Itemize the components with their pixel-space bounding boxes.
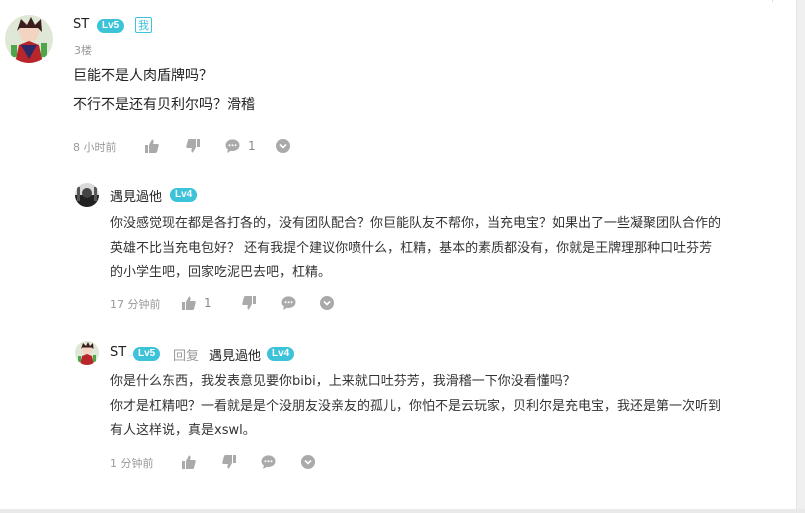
floor-number: 3楼 (74, 44, 92, 57)
dislike-icon (186, 139, 200, 153)
dislike-button[interactable] (242, 296, 256, 310)
more-icon (276, 139, 290, 153)
level-badge: Lv5 (97, 19, 125, 33)
avatar[interactable] (5, 15, 53, 63)
reply-avatar[interactable] (75, 183, 99, 207)
more-button[interactable] (301, 455, 315, 469)
like-count: 1 (204, 296, 212, 310)
more-button[interactable] (320, 296, 334, 310)
reply-line-2: 你才是杠精吧？一看就是是个没朋友没亲友的孤儿，你怕不是云玩家，贝利尔是充电宝，我… (110, 399, 722, 414)
reply-line-1: 你是什么东西，我发表意见要你bibi，上来就口吐芬芳，我滑稽一下你没看懂吗？ (110, 374, 576, 389)
dislike-icon (222, 455, 236, 469)
comment-button[interactable] (281, 296, 296, 310)
level-badge: Lv4 (170, 188, 198, 202)
comment-line-1: 巨能不是人肉盾牌吗？ (73, 68, 213, 84)
reply-author[interactable]: ST (110, 345, 126, 360)
dislike-button[interactable] (222, 455, 236, 469)
like-icon (182, 455, 196, 469)
reply-to-user[interactable]: 遇見過他 (209, 345, 261, 364)
reply-author[interactable]: 遇見過他 (110, 186, 162, 205)
comment-icon (225, 139, 240, 153)
like-button[interactable] (145, 139, 159, 153)
level-badge: Lv5 (133, 347, 161, 361)
like-icon (145, 139, 159, 153)
comment-author[interactable]: ST (73, 17, 89, 32)
comment-icon (281, 296, 296, 310)
reply-line-3: 的小学生吧，回家吃泥巴去吧，杠精。 (110, 265, 332, 280)
panel-edge (772, 0, 773, 2)
reply-label: 回复 (173, 349, 200, 364)
like-button[interactable] (182, 455, 196, 469)
comment-button[interactable] (261, 455, 276, 469)
comment-count: 1 (248, 139, 256, 153)
reply-avatar[interactable] (75, 341, 99, 365)
me-tag: 我 (135, 17, 152, 33)
reply-line-2: 英雄不比当充电包好？ 还有我提个建议你喷什么，杠精，基本的素质都没有，你就是王牌… (110, 241, 713, 256)
comment-line-2: 不行不是还有贝利尔吗？滑稽 (73, 97, 255, 113)
bottom-border (0, 509, 805, 513)
dislike-button[interactable] (186, 139, 200, 153)
more-icon (301, 455, 315, 469)
like-icon (182, 296, 196, 310)
like-button[interactable]: 1 (182, 296, 212, 310)
more-button[interactable] (276, 139, 290, 153)
reply-line-3: 有人这样说，真是xswl。 (110, 423, 256, 438)
dislike-icon (242, 296, 256, 310)
level-badge: Lv4 (267, 347, 295, 361)
reply-line-1: 你没感觉现在都是各打各的，没有团队配合？你巨能队友不帮你，当充电宝？如果出了一些… (110, 216, 722, 231)
more-icon (320, 296, 334, 310)
comment-button[interactable]: 1 (225, 139, 256, 153)
scrollbar[interactable] (796, 0, 805, 513)
comment-time: 8 小时前 (73, 141, 117, 154)
reply-time: 17 分钟前 (110, 298, 161, 311)
reply-time: 1 分钟前 (110, 457, 154, 470)
comment-icon (261, 455, 276, 469)
